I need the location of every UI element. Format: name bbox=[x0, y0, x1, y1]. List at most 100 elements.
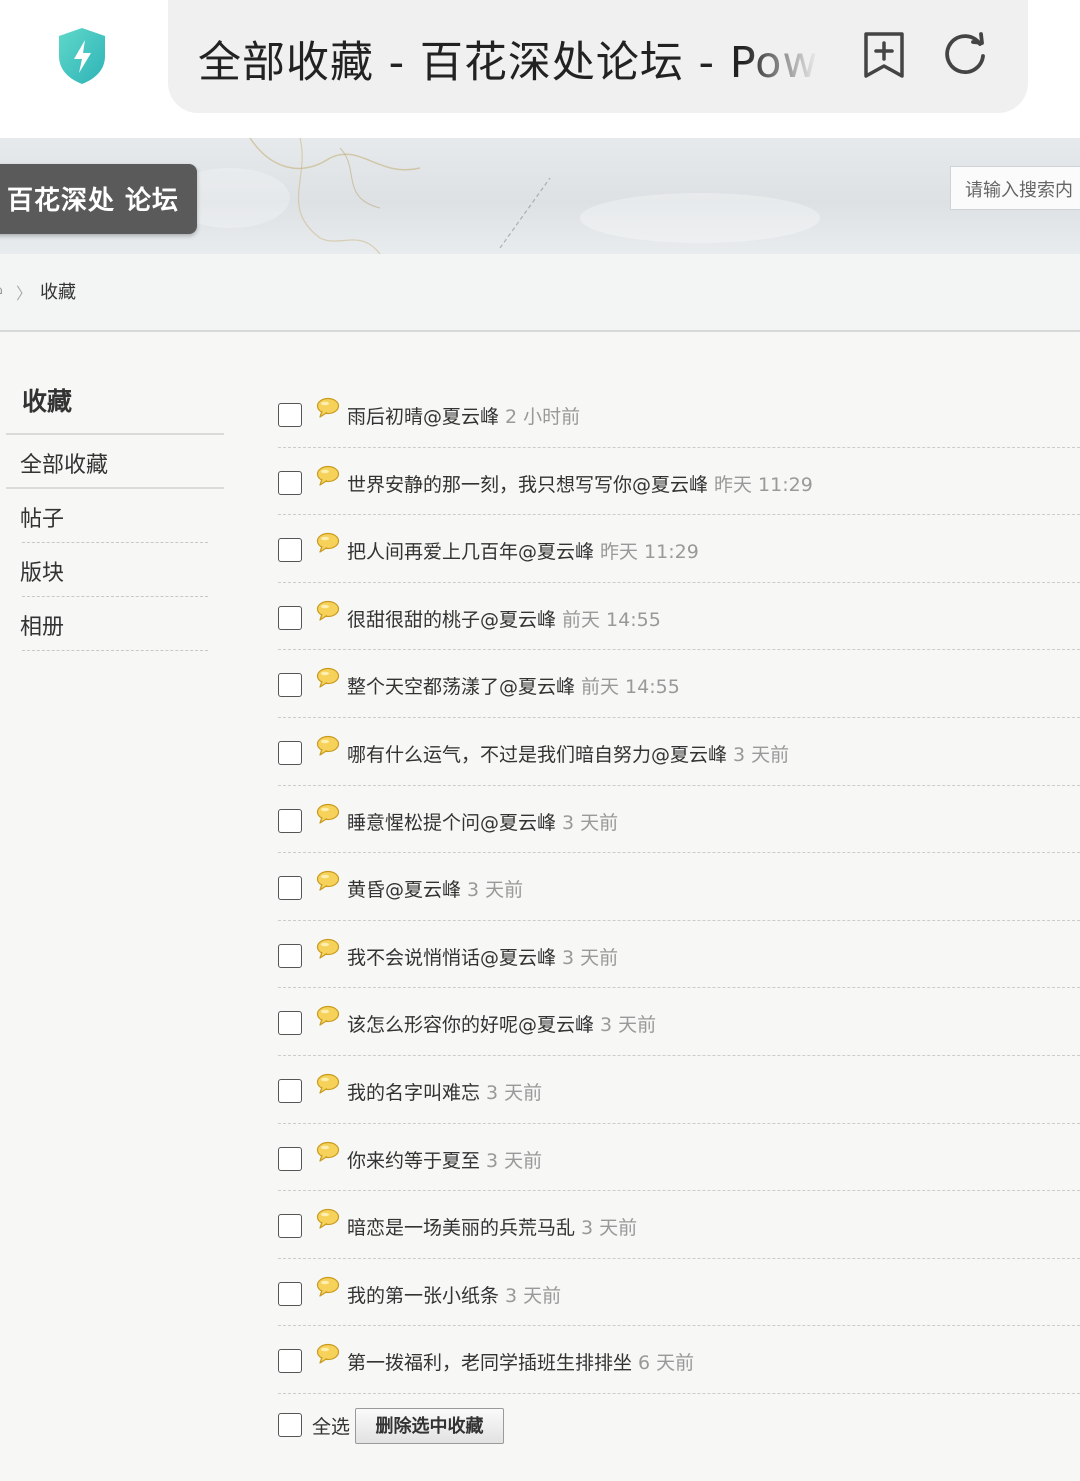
favorite-checkbox[interactable] bbox=[278, 605, 302, 630]
site-banner: 百花深处 论坛 请输入搜索内 bbox=[0, 138, 1080, 254]
thread-bubble-icon bbox=[316, 1343, 340, 1365]
favorite-row: 第一拨福利，老同学插班生排排坐 6 天前 bbox=[278, 1326, 1080, 1394]
sidebar-divider bbox=[6, 433, 224, 435]
thread-bubble-icon bbox=[316, 1141, 340, 1163]
favorite-title-text[interactable]: 我的第一张小纸条 bbox=[347, 1285, 499, 1307]
favorite-row: 暗恋是一场美丽的兵荒马乱 3 天前 bbox=[278, 1191, 1080, 1259]
thread-bubble-icon bbox=[316, 1073, 340, 1095]
sidebar-item-posts[interactable]: 帖子 bbox=[20, 501, 64, 533]
favorite-title-text[interactable]: 暗恋是一场美丽的兵荒马乱 bbox=[347, 1217, 575, 1239]
favorite-title[interactable]: 世界安静的那一刻，我只想写写你@夏云峰 昨天 11:29 bbox=[347, 470, 813, 497]
search-input[interactable]: 请输入搜索内 bbox=[950, 166, 1080, 210]
favorite-row: 该怎么形容你的好呢@夏云峰 3 天前 bbox=[278, 988, 1080, 1056]
favorite-checkbox[interactable] bbox=[278, 943, 302, 968]
favorite-time: 前天 14:55 bbox=[562, 608, 661, 631]
thread-bubble-icon bbox=[316, 397, 340, 419]
favorite-title-text[interactable]: 哪有什么运气，不过是我们暗自努力@夏云峰 bbox=[347, 744, 727, 766]
favorite-checkbox[interactable] bbox=[278, 808, 302, 833]
favorite-checkbox[interactable] bbox=[278, 876, 302, 901]
favorite-row: 我不会说悄悄话@夏云峰 3 天前 bbox=[278, 921, 1080, 989]
thread-bubble-icon bbox=[316, 532, 340, 554]
favorite-title[interactable]: 睡意惺松提个问@夏云峰 3 天前 bbox=[347, 808, 618, 835]
site-logo[interactable]: 百花深处 论坛 bbox=[0, 164, 197, 234]
favorite-checkbox[interactable] bbox=[278, 1078, 302, 1103]
favorite-title-text[interactable]: 雨后初晴@夏云峰 bbox=[347, 406, 499, 428]
favorite-title-text[interactable]: 很甜很甜的桃子@夏云峰 bbox=[347, 609, 556, 631]
favorite-time: 昨天 11:29 bbox=[714, 473, 813, 496]
favorite-title[interactable]: 把人间再爱上几百年@夏云峰 昨天 11:29 bbox=[347, 537, 699, 564]
delete-selected-button[interactable]: 删除选中收藏 bbox=[355, 1408, 504, 1444]
favorite-checkbox[interactable] bbox=[278, 538, 302, 563]
home-icon[interactable]: ⌂ bbox=[0, 282, 3, 298]
favorite-title[interactable]: 暗恋是一场美丽的兵荒马乱 3 天前 bbox=[347, 1213, 637, 1240]
sidebar-item-albums[interactable]: 相册 bbox=[20, 609, 64, 641]
favorite-title[interactable]: 很甜很甜的桃子@夏云峰 前天 14:55 bbox=[347, 605, 661, 632]
favorite-checkbox[interactable] bbox=[278, 1146, 302, 1171]
breadcrumb-separator: 〉 bbox=[16, 284, 33, 303]
favorite-row: 雨后初晴@夏云峰 2 小时前 bbox=[278, 380, 1080, 448]
favorite-title-text[interactable]: 把人间再爱上几百年@夏云峰 bbox=[347, 541, 594, 563]
select-all-label[interactable]: 全选 bbox=[312, 1412, 350, 1439]
favorite-title-text[interactable]: 我不会说悄悄话@夏云峰 bbox=[347, 947, 556, 969]
thread-bubble-icon bbox=[316, 803, 340, 825]
favorite-checkbox[interactable] bbox=[278, 673, 302, 698]
favorite-time: 2 小时前 bbox=[505, 406, 581, 428]
favorite-checkbox[interactable] bbox=[278, 1011, 302, 1036]
favorite-title-text[interactable]: 你来约等于夏至 bbox=[347, 1150, 480, 1172]
favorites-list: 雨后初晴@夏云峰 2 小时前世界安静的那一刻，我只想写写你@夏云峰 昨天 11:29… bbox=[278, 380, 1080, 1394]
thread-bubble-icon bbox=[316, 1276, 340, 1298]
thread-bubble-icon bbox=[316, 1208, 340, 1230]
list-actions: 全选 删除选中收藏 bbox=[278, 1406, 578, 1446]
thread-bubble-icon bbox=[316, 600, 340, 622]
favorite-time: 3 天前 bbox=[562, 811, 619, 834]
add-bookmark-icon[interactable] bbox=[862, 30, 906, 80]
favorite-row: 哪有什么运气，不过是我们暗自努力@夏云峰 3 天前 bbox=[278, 718, 1080, 786]
address-bar[interactable]: 全部收藏 - 百花深处论坛 - Pow bbox=[168, 0, 1028, 113]
thread-bubble-icon bbox=[316, 667, 340, 689]
favorite-title-text[interactable]: 该怎么形容你的好呢@夏云峰 bbox=[347, 1014, 594, 1036]
sidebar-divider bbox=[22, 542, 208, 543]
favorite-checkbox[interactable] bbox=[278, 740, 302, 765]
favorite-title[interactable]: 该怎么形容你的好呢@夏云峰 3 天前 bbox=[347, 1010, 656, 1037]
favorite-title[interactable]: 第一拨福利，老同学插班生排排坐 6 天前 bbox=[347, 1348, 694, 1375]
favorite-title[interactable]: 整个天空都荡漾了@夏云峰 前天 14:55 bbox=[347, 672, 680, 699]
favorite-row: 整个天空都荡漾了@夏云峰 前天 14:55 bbox=[278, 650, 1080, 718]
favorite-title[interactable]: 我不会说悄悄话@夏云峰 3 天前 bbox=[347, 943, 618, 970]
favorite-row: 世界安静的那一刻，我只想写写你@夏云峰 昨天 11:29 bbox=[278, 448, 1080, 516]
sidebar-divider bbox=[22, 650, 208, 651]
select-all-checkbox[interactable] bbox=[278, 1413, 302, 1437]
favorite-title[interactable]: 黄昏@夏云峰 3 天前 bbox=[347, 875, 523, 902]
security-shield-icon[interactable] bbox=[55, 26, 109, 86]
favorite-title[interactable]: 雨后初晴@夏云峰 2 小时前 bbox=[347, 402, 580, 429]
favorite-checkbox[interactable] bbox=[278, 403, 302, 427]
favorite-title-text[interactable]: 第一拨福利，老同学插班生排排坐 bbox=[347, 1352, 632, 1374]
favorite-title-text[interactable]: 黄昏@夏云峰 bbox=[347, 879, 461, 901]
page-title[interactable]: 全部收藏 - 百花深处论坛 - Pow bbox=[198, 28, 818, 84]
favorite-title-text[interactable]: 整个天空都荡漾了@夏云峰 bbox=[347, 676, 575, 698]
favorite-title[interactable]: 哪有什么运气，不过是我们暗自努力@夏云峰 3 天前 bbox=[347, 740, 789, 767]
favorite-row: 把人间再爱上几百年@夏云峰 昨天 11:29 bbox=[278, 515, 1080, 583]
favorite-checkbox[interactable] bbox=[278, 1281, 302, 1306]
sidebar-item-all-favorites[interactable]: 全部收藏 bbox=[20, 447, 108, 479]
favorite-title[interactable]: 我的名字叫难忘 3 天前 bbox=[347, 1078, 542, 1105]
favorite-title-text[interactable]: 世界安静的那一刻，我只想写写你@夏云峰 bbox=[347, 474, 708, 496]
favorite-title[interactable]: 你来约等于夏至 3 天前 bbox=[347, 1146, 542, 1173]
thread-bubble-icon bbox=[316, 870, 340, 892]
favorite-checkbox[interactable] bbox=[278, 1214, 302, 1239]
favorite-time: 前天 14:55 bbox=[581, 676, 680, 699]
favorite-title[interactable]: 我的第一张小纸条 3 天前 bbox=[347, 1281, 561, 1308]
favorite-time: 3 天前 bbox=[505, 1284, 562, 1307]
sidebar-item-forums[interactable]: 版块 bbox=[20, 555, 64, 587]
sidebar-title: 收藏 bbox=[22, 387, 73, 416]
favorite-title-text[interactable]: 睡意惺松提个问@夏云峰 bbox=[347, 812, 556, 834]
favorite-checkbox[interactable] bbox=[278, 1349, 302, 1374]
favorite-title-text[interactable]: 我的名字叫难忘 bbox=[347, 1082, 480, 1104]
favorite-time: 3 天前 bbox=[486, 1149, 543, 1172]
favorite-row: 你来约等于夏至 3 天前 bbox=[278, 1124, 1080, 1192]
favorite-time: 3 天前 bbox=[581, 1217, 638, 1240]
thread-bubble-icon bbox=[316, 465, 340, 487]
favorite-time: 3 天前 bbox=[562, 946, 619, 969]
reload-icon[interactable] bbox=[942, 30, 988, 78]
favorite-checkbox[interactable] bbox=[278, 470, 302, 495]
sidebar-divider bbox=[6, 487, 224, 489]
